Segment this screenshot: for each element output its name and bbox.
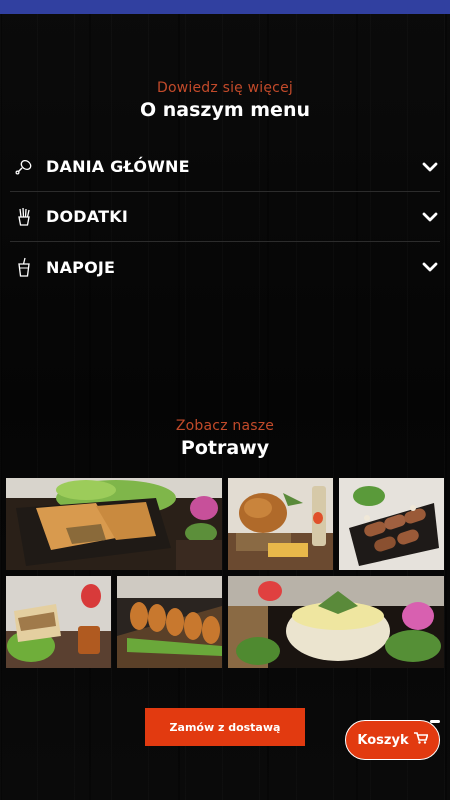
chevron-down-icon[interactable] bbox=[422, 259, 438, 275]
drink-cup-icon bbox=[12, 255, 36, 279]
cart-button-label: Koszyk bbox=[357, 732, 409, 748]
dish-photo-wraps[interactable] bbox=[6, 478, 222, 570]
order-delivery-button[interactable]: Zamów z dostawą bbox=[145, 708, 305, 746]
fries-icon bbox=[12, 205, 36, 229]
cart-button[interactable]: Koszyk bbox=[345, 720, 440, 760]
dish-photo-mashed-potatoes[interactable] bbox=[228, 576, 444, 668]
menu-item-sides[interactable]: DODATKI bbox=[10, 192, 440, 242]
dish-photo-crepes[interactable] bbox=[339, 478, 444, 570]
chevron-down-icon[interactable] bbox=[422, 209, 438, 225]
cart-icon bbox=[413, 732, 429, 748]
dishes-subtitle: Zobacz nasze bbox=[175, 418, 275, 434]
dishes-title: Potrawy bbox=[180, 437, 270, 459]
dish-photo-rolls[interactable] bbox=[117, 576, 222, 668]
menu-item-label: DANIA GŁÓWNE bbox=[46, 157, 190, 176]
menu-item-drinks[interactable]: NAPOJE bbox=[10, 242, 440, 292]
dish-photo-sandwiches[interactable] bbox=[6, 576, 111, 668]
menu-title: O naszym menu bbox=[139, 99, 311, 121]
menu-item-main-dishes[interactable]: DANIA GŁÓWNE bbox=[10, 142, 440, 192]
chevron-down-icon[interactable] bbox=[422, 159, 438, 175]
menu-subtitle: Dowiedz się więcej bbox=[157, 80, 293, 96]
menu-item-label: DODATKI bbox=[46, 207, 128, 226]
divider-mark bbox=[430, 720, 440, 723]
dish-photo-chicken[interactable] bbox=[228, 478, 333, 570]
status-bar bbox=[0, 0, 450, 14]
menu-item-label: NAPOJE bbox=[46, 257, 116, 277]
drumstick-icon bbox=[12, 155, 36, 179]
